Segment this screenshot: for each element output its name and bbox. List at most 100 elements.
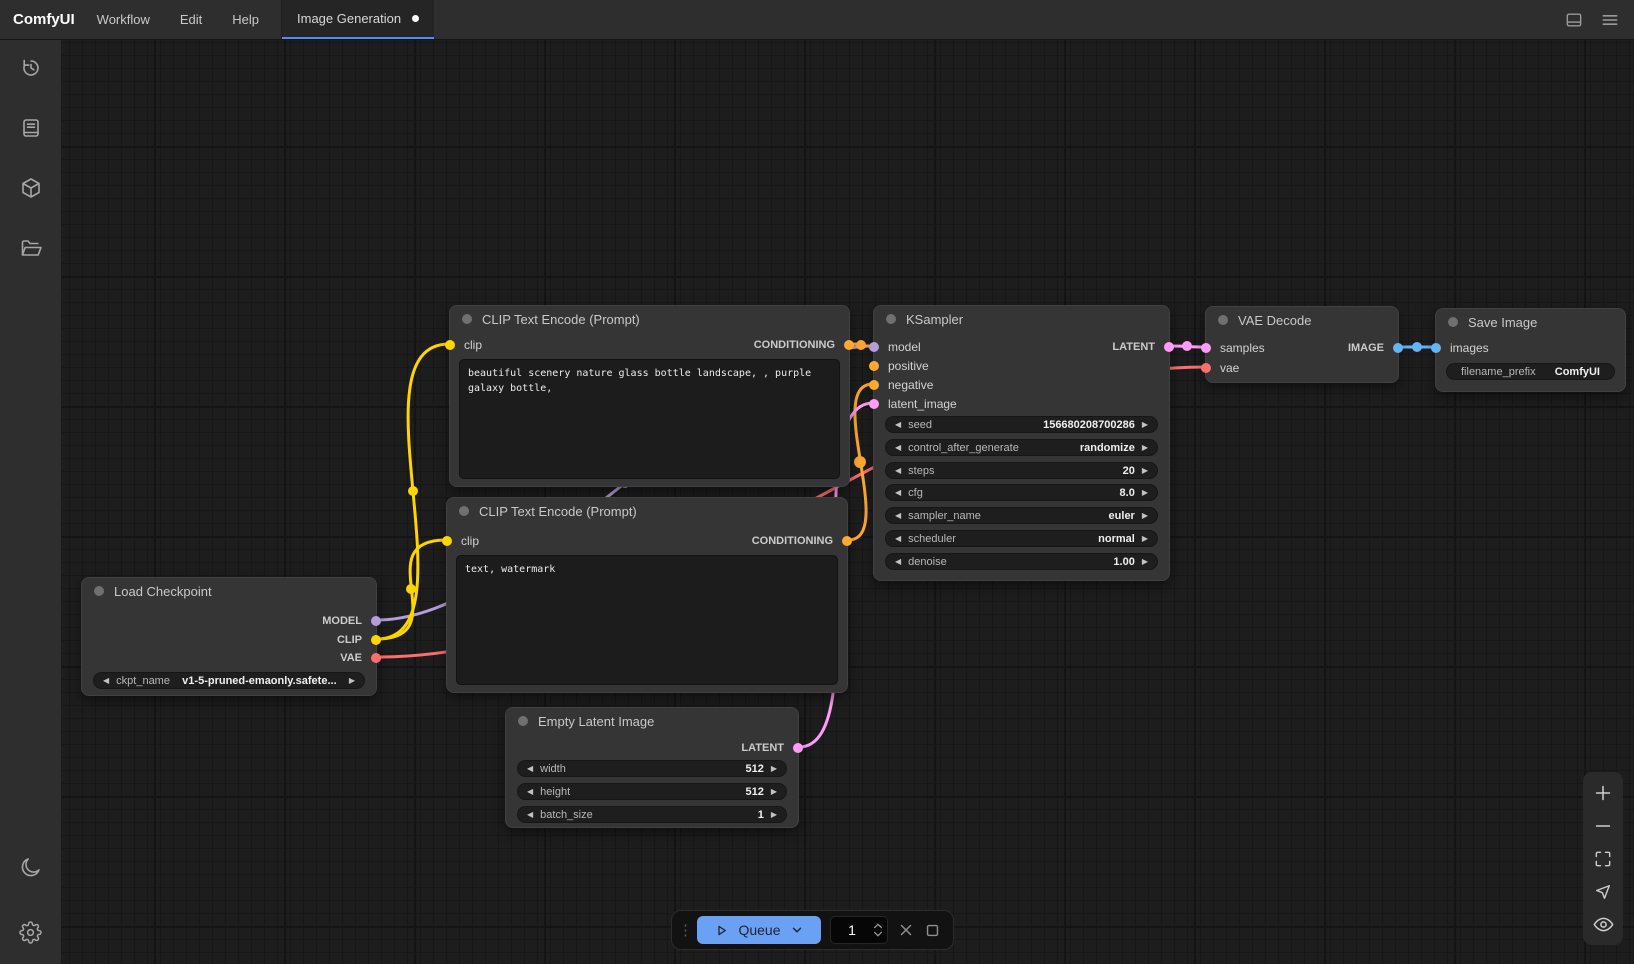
select-mode-button[interactable] (1592, 880, 1615, 903)
sidebar-workflows-button[interactable] (11, 108, 51, 148)
decrement-icon[interactable] (527, 811, 533, 819)
batch-count-input[interactable]: 1 (830, 916, 888, 944)
widget-ckpt-name[interactable]: ckpt_name v1-5-pruned-emaonly.safete... (93, 672, 365, 689)
widget-control-after-generate[interactable]: control_after_generate randomize (885, 439, 1158, 456)
widget-cfg[interactable]: cfg 8.0 (885, 484, 1158, 501)
image-output-dot[interactable] (1393, 343, 1403, 353)
collapse-dot-icon[interactable] (886, 314, 896, 324)
widget-steps[interactable]: steps 20 (885, 462, 1158, 479)
drag-handle-icon[interactable] (678, 921, 688, 939)
decrement-icon[interactable] (527, 788, 533, 796)
node-header[interactable]: VAE Decode (1206, 307, 1398, 333)
widget-sampler-name[interactable]: sampler_name euler (885, 507, 1158, 524)
positive-input-dot[interactable] (869, 361, 879, 371)
sidebar-node-library-button[interactable] (11, 168, 51, 208)
clip-input-dot[interactable] (445, 340, 455, 350)
conditioning-output-dot[interactable] (844, 340, 854, 350)
model-input-dot[interactable] (869, 342, 879, 352)
spin-down-icon[interactable] (873, 931, 883, 938)
decrement-icon[interactable] (527, 765, 533, 773)
theme-toggle-button[interactable] (11, 847, 51, 887)
collapse-dot-icon[interactable] (1218, 315, 1228, 325)
node-empty-latent-image[interactable]: Empty Latent Image LATENT width 512 heig… (505, 707, 799, 828)
node-header[interactable]: Load Checkpoint (82, 578, 376, 604)
vae-output-dot[interactable] (371, 653, 381, 663)
images-input-dot[interactable] (1431, 343, 1441, 353)
node-header[interactable]: CLIP Text Encode (Prompt) (447, 498, 847, 524)
menu-edit[interactable]: Edit (180, 12, 202, 27)
node-canvas[interactable]: Load Checkpoint MODEL CLIP VAE ckpt_name… (0, 0, 1634, 964)
widget-batch-size[interactable]: batch_size 1 (517, 806, 787, 823)
node-load-checkpoint[interactable]: Load Checkpoint MODEL CLIP VAE ckpt_name… (81, 577, 377, 696)
fit-view-button[interactable] (1592, 847, 1615, 870)
widget-seed[interactable]: seed 156680208700286 (885, 416, 1158, 433)
collapse-dot-icon[interactable] (462, 314, 472, 324)
collapse-dot-icon[interactable] (459, 506, 469, 516)
decrement-icon[interactable] (895, 467, 901, 475)
sidebar-history-button[interactable] (11, 48, 51, 88)
next-value-icon[interactable] (1142, 444, 1148, 452)
clip-output-dot[interactable] (371, 635, 381, 645)
zoom-out-button[interactable] (1592, 814, 1615, 837)
chevron-down-icon[interactable] (790, 923, 804, 937)
clip-input-dot[interactable] (442, 536, 452, 546)
menu-help[interactable]: Help (232, 12, 259, 27)
prev-value-icon[interactable] (895, 444, 901, 452)
model-output-dot[interactable] (371, 616, 381, 626)
main-menu-button[interactable] (1600, 10, 1620, 30)
increment-icon[interactable] (1142, 421, 1148, 429)
increment-icon[interactable] (1142, 558, 1148, 566)
node-clip-text-encode-negative[interactable]: CLIP Text Encode (Prompt) clip CONDITION… (446, 497, 848, 693)
toggle-visibility-button[interactable] (1592, 913, 1615, 936)
zoom-in-button[interactable] (1592, 781, 1615, 804)
app-logo[interactable]: ComfyUI (13, 11, 75, 28)
widget-height[interactable]: height 512 (517, 783, 787, 800)
increment-icon[interactable] (1142, 489, 1148, 497)
node-ksampler[interactable]: KSampler model LATENT positive negative … (873, 305, 1170, 581)
node-header[interactable]: CLIP Text Encode (Prompt) (450, 306, 849, 332)
next-value-icon[interactable] (1142, 535, 1148, 543)
prev-value-icon[interactable] (103, 677, 109, 685)
queue-button[interactable]: Queue (697, 916, 821, 944)
decrement-icon[interactable] (895, 489, 901, 497)
increment-icon[interactable] (1142, 467, 1148, 475)
decrement-icon[interactable] (895, 558, 901, 566)
stop-button[interactable] (924, 922, 941, 939)
next-value-icon[interactable] (349, 677, 355, 685)
widget-denoise[interactable]: denoise 1.00 (885, 553, 1158, 570)
samples-input-dot[interactable] (1201, 343, 1211, 353)
negative-prompt-textarea[interactable]: text, watermark (456, 555, 838, 685)
menu-workflow[interactable]: Workflow (97, 12, 150, 27)
increment-icon[interactable] (771, 811, 777, 819)
conditioning-output-dot[interactable] (842, 536, 852, 546)
node-save-image[interactable]: Save Image images filename_prefix ComfyU… (1435, 308, 1626, 392)
tab-image-generation[interactable]: Image Generation (282, 0, 434, 39)
settings-button[interactable] (11, 912, 51, 952)
increment-icon[interactable] (771, 765, 777, 773)
prev-value-icon[interactable] (895, 535, 901, 543)
bottom-panel-toggle-button[interactable] (1564, 10, 1584, 30)
latent-image-input-dot[interactable] (869, 399, 879, 409)
next-value-icon[interactable] (1142, 512, 1148, 520)
widget-scheduler[interactable]: scheduler normal (885, 530, 1158, 547)
widget-width[interactable]: width 512 (517, 760, 787, 777)
node-vae-decode[interactable]: VAE Decode samples IMAGE vae (1205, 306, 1399, 383)
widget-filename-prefix[interactable]: filename_prefix ComfyUI (1446, 363, 1615, 380)
latent-output-dot[interactable] (1164, 342, 1174, 352)
collapse-dot-icon[interactable] (1448, 317, 1458, 327)
node-header[interactable]: KSampler (874, 306, 1169, 332)
negative-input-dot[interactable] (869, 380, 879, 390)
prev-value-icon[interactable] (895, 512, 901, 520)
positive-prompt-textarea[interactable]: beautiful scenery nature glass bottle la… (459, 359, 840, 479)
increment-icon[interactable] (771, 788, 777, 796)
vae-input-dot[interactable] (1201, 363, 1211, 373)
latent-output-dot[interactable] (793, 743, 803, 753)
collapse-dot-icon[interactable] (94, 586, 104, 596)
node-clip-text-encode-positive[interactable]: CLIP Text Encode (Prompt) clip CONDITION… (449, 305, 850, 487)
collapse-dot-icon[interactable] (518, 716, 528, 726)
decrement-icon[interactable] (895, 421, 901, 429)
node-header[interactable]: Empty Latent Image (506, 708, 798, 734)
node-header[interactable]: Save Image (1436, 309, 1625, 335)
sidebar-model-library-button[interactable] (11, 228, 51, 268)
clear-queue-button[interactable] (897, 921, 915, 939)
